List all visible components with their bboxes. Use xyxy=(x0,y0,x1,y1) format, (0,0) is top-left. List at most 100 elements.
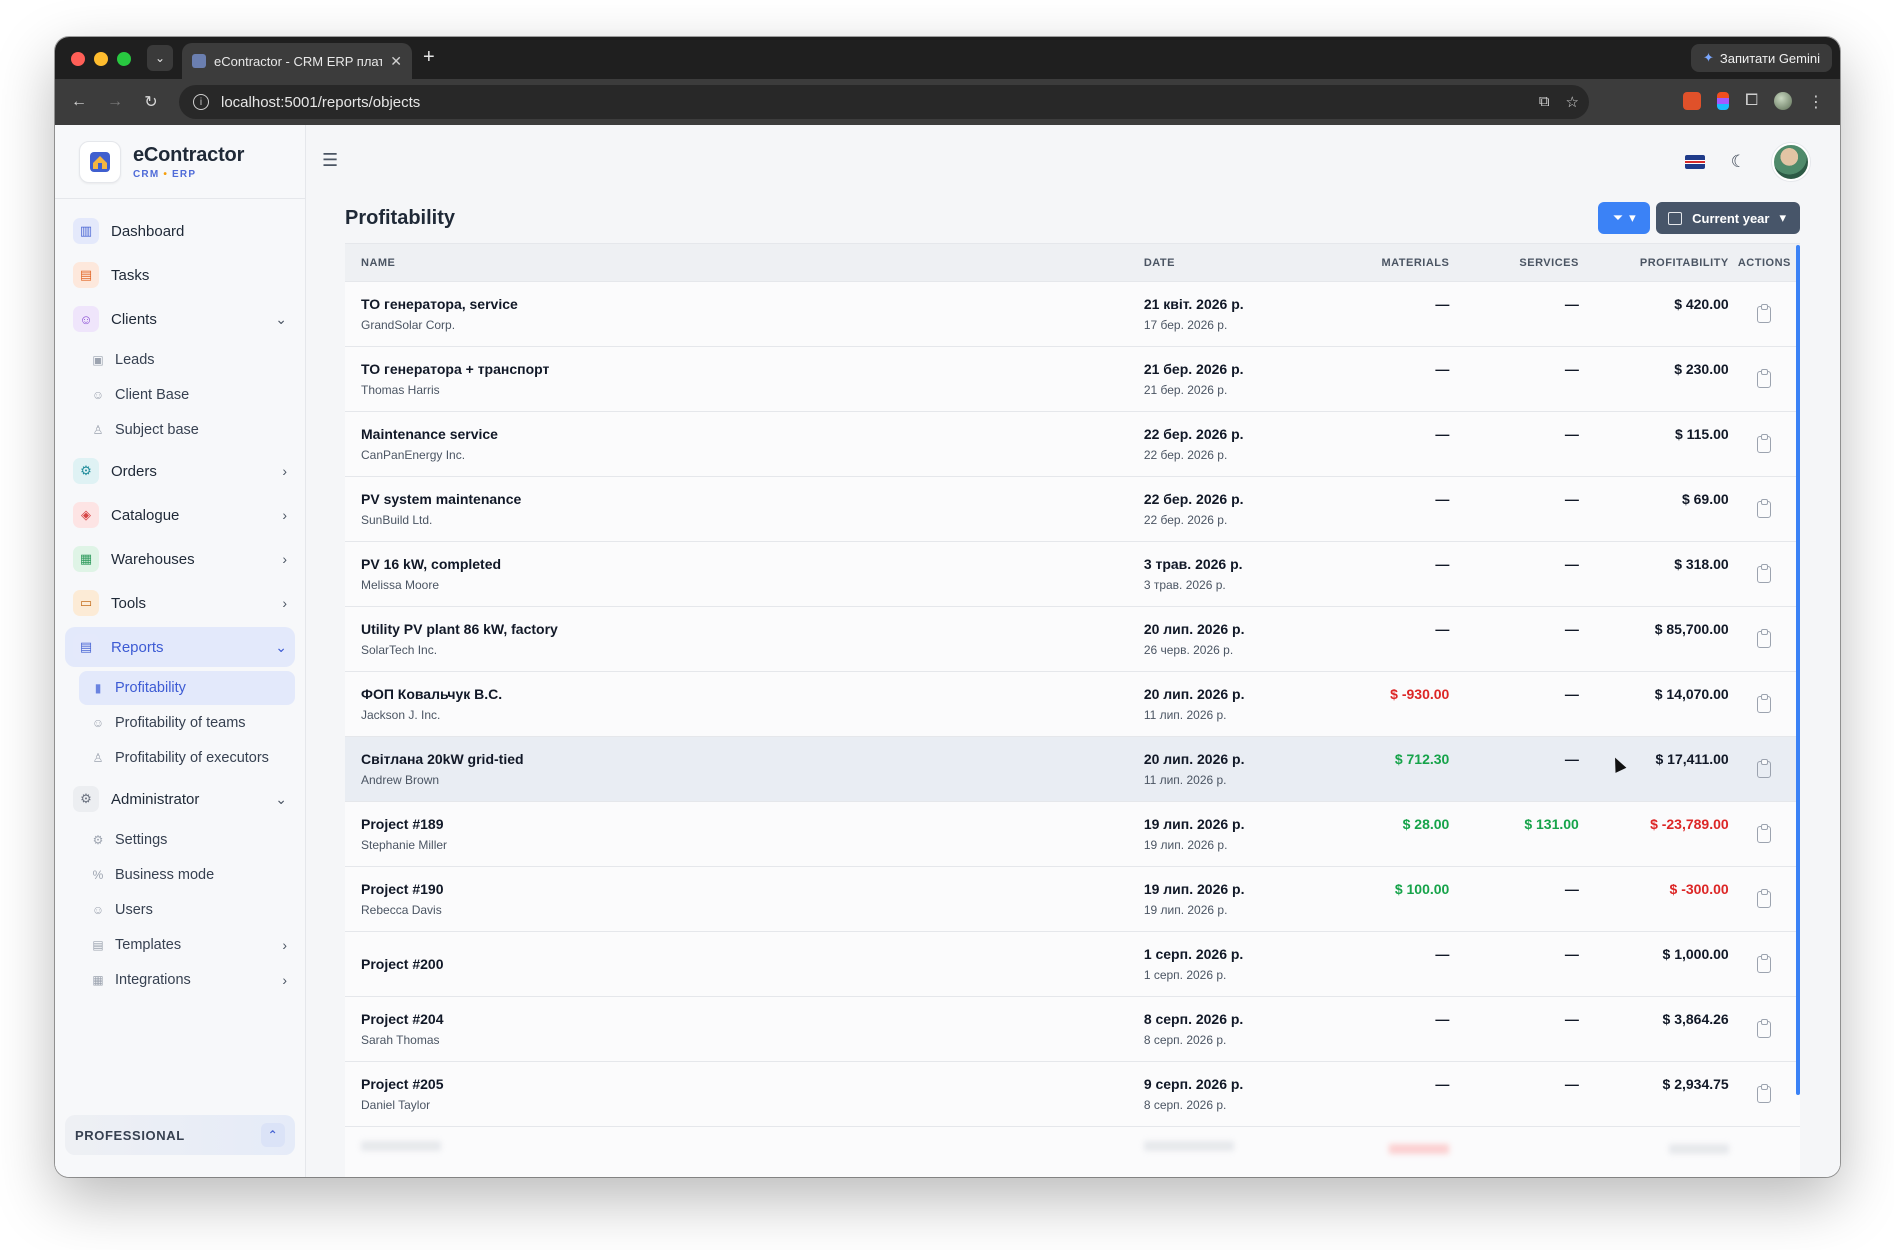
row-date: 9 серп. 2026 р. xyxy=(1143,1076,1244,1092)
sidebar-item-tasks[interactable]: ▤ Tasks xyxy=(65,255,295,295)
sidebar-item-reports[interactable]: ▤ Reports ⌄ xyxy=(65,627,295,667)
filter-button[interactable]: ⏷ ▾ xyxy=(1598,202,1651,234)
copy-clipboard-icon[interactable] xyxy=(1757,564,1772,583)
col-header-date[interactable]: DATE xyxy=(1143,243,1331,282)
row-name[interactable]: Project #190 xyxy=(361,881,1144,897)
profile-avatar-icon[interactable] xyxy=(1774,92,1792,110)
copy-clipboard-icon[interactable] xyxy=(1757,499,1772,518)
col-header-materials[interactable]: MATERIALS xyxy=(1330,243,1450,282)
copy-clipboard-icon[interactable] xyxy=(1757,954,1772,973)
row-name[interactable]: ТО генератора + транспорт xyxy=(361,361,1144,377)
row-name[interactable]: Project #189 xyxy=(361,816,1144,832)
row-materials: — xyxy=(1435,361,1450,377)
row-name[interactable]: PV 16 kW, completed xyxy=(361,556,1144,572)
copy-clipboard-icon[interactable] xyxy=(1757,824,1772,843)
back-icon[interactable]: ← xyxy=(61,93,97,111)
copy-clipboard-icon[interactable] xyxy=(1757,434,1772,453)
sidebar-subitem-leads[interactable]: ▣ Leads xyxy=(65,343,295,377)
sidebar-subitem-settings[interactable]: ⚙ Settings xyxy=(65,823,295,857)
sidebar-subitem-profitability[interactable]: ▮ Profitability xyxy=(79,671,295,705)
row-name[interactable]: PV system maintenance xyxy=(361,491,1144,507)
new-tab-button[interactable]: + xyxy=(423,46,435,69)
sidebar-item-orders[interactable]: ⚙ Orders › xyxy=(65,451,295,491)
table-row[interactable]: Project #204 Sarah Thomas 8 серп. 2026 р. 8… xyxy=(345,996,1800,1062)
sidebar-subitem-integrations[interactable]: ▦ Integrations › xyxy=(65,963,295,997)
sidebar-subitem-profitability-teams[interactable]: ☺ Profitability of teams xyxy=(65,706,295,740)
table-row[interactable]: Світлана 20kW grid-tied Andrew Brown 20 ли… xyxy=(345,736,1800,802)
sidebar-subitem-users[interactable]: ☺ Users xyxy=(65,893,295,927)
sidebar-subitem-subject-base[interactable]: ♙ Subject base xyxy=(65,413,295,447)
sidebar-item-catalogue[interactable]: ◈ Catalogue › xyxy=(65,495,295,535)
browser-menu-icon[interactable]: ⋮ xyxy=(1808,92,1824,111)
brand[interactable]: eContractor CRM • ERP xyxy=(55,125,305,199)
sidebar-item-administrator[interactable]: ⚙ Administrator ⌄ xyxy=(65,779,295,819)
row-name[interactable]: Maintenance service xyxy=(361,426,1144,442)
minimize-window-button[interactable] xyxy=(94,52,108,66)
maximize-window-button[interactable] xyxy=(117,52,131,66)
browser-window: ⌄ eContractor - CRM ERP плат ✕ + ✦ Запит… xyxy=(55,37,1840,1177)
table-row[interactable]: PV system maintenance SunBuild Ltd. 22 бер… xyxy=(345,476,1800,542)
table-row[interactable]: PV 16 kW, completed Melissa Moore 3 трав. … xyxy=(345,541,1800,607)
table-row[interactable]: ФОП Ковальчук В.С. Jackson J. Inc. 20 лип.… xyxy=(345,671,1800,737)
plan-badge[interactable]: PROFESSIONAL ⌃ xyxy=(65,1115,295,1155)
row-name[interactable]: Світлана 20kW grid-tied xyxy=(361,751,1144,767)
row-name[interactable]: Project #200 xyxy=(361,956,1144,972)
copy-clipboard-icon[interactable] xyxy=(1757,1084,1772,1103)
dark-mode-moon-icon[interactable]: ☾ xyxy=(1731,152,1746,172)
sidebar-item-warehouses[interactable]: ▦ Warehouses › xyxy=(65,539,295,579)
close-tab-icon[interactable]: ✕ xyxy=(390,53,402,70)
copy-clipboard-icon[interactable] xyxy=(1757,369,1772,388)
col-header-profitability[interactable]: PROFITABILITY xyxy=(1578,243,1729,282)
browser-tab[interactable]: eContractor - CRM ERP плат ✕ xyxy=(182,43,412,79)
table-row[interactable]: Project #200 1 серп. 2026 р. 1 серп. 2026 … xyxy=(345,931,1800,997)
forward-icon[interactable]: → xyxy=(97,93,133,111)
address-bar[interactable]: i localhost:5001/reports/objects ⧉ ☆ xyxy=(179,85,1589,119)
bookmark-star-icon[interactable]: ☆ xyxy=(1566,93,1579,111)
col-header-name[interactable]: NAME xyxy=(345,243,1144,282)
extension-icon[interactable] xyxy=(1683,92,1702,110)
row-name[interactable]: ФОП Ковальчук В.С. xyxy=(361,686,1144,702)
install-app-icon[interactable]: ⧉ xyxy=(1539,93,1550,111)
tab-search-chevron-icon[interactable]: ⌄ xyxy=(147,45,173,71)
row-name[interactable]: ТО генератора, service xyxy=(361,296,1144,312)
table-row[interactable]: Project #205 Daniel Taylor 9 серп. 2026 р.… xyxy=(345,1061,1800,1127)
sidebar-item-clients[interactable]: ☺ Clients ⌄ xyxy=(65,299,295,339)
row-services: — xyxy=(1564,686,1579,702)
table-row[interactable]: ТО генератора + транспорт Thomas Harris 21… xyxy=(345,346,1800,412)
copy-clipboard-icon[interactable] xyxy=(1757,1019,1772,1038)
sidebar-item-tools[interactable]: ▭ Tools › xyxy=(65,583,295,623)
row-name[interactable]: Project #205 xyxy=(361,1076,1144,1092)
scrollbar[interactable] xyxy=(1796,245,1800,1095)
table-row[interactable]: Utility PV plant 86 kW, factory SolarTech… xyxy=(345,606,1800,672)
chevron-up-icon[interactable]: ⌃ xyxy=(261,1123,285,1147)
table-row[interactable]: ТО генератора, service GrandSolar Corp. 21… xyxy=(345,281,1800,347)
row-name[interactable]: Project #204 xyxy=(361,1011,1144,1027)
copy-clipboard-icon[interactable] xyxy=(1757,304,1772,323)
table-row[interactable]: Maintenance service CanPanEnergy Inc. 22 б… xyxy=(345,411,1800,477)
sidebar-subitem-templates[interactable]: ▤ Templates › xyxy=(65,928,295,962)
sidebar-subitem-profitability-executors[interactable]: ♙ Profitability of executors xyxy=(65,741,295,775)
copy-clipboard-icon[interactable] xyxy=(1757,759,1772,778)
figma-extension-icon[interactable] xyxy=(1717,92,1730,110)
copy-clipboard-icon[interactable] xyxy=(1757,694,1772,713)
gemini-button[interactable]: ✦ Запитати Gemini xyxy=(1690,44,1832,72)
row-materials: — xyxy=(1435,1011,1450,1027)
table-row[interactable]: Project #189 Stephanie Miller 19 лип. 2026… xyxy=(345,801,1800,867)
table-row[interactable]: Project #190 Rebecca Davis 19 лип. 2026 р.… xyxy=(345,866,1800,932)
sidebar-subitem-business-mode[interactable]: % Business mode xyxy=(65,858,295,892)
language-flag-icon[interactable] xyxy=(1684,155,1705,169)
period-select[interactable]: Current year ▾ xyxy=(1656,202,1800,234)
row-name[interactable]: Utility PV plant 86 kW, factory xyxy=(361,621,1144,637)
user-avatar[interactable] xyxy=(1772,143,1810,181)
site-info-icon[interactable]: i xyxy=(193,94,209,110)
reload-icon[interactable]: ↻ xyxy=(133,92,169,112)
sidebar-item-dashboard[interactable]: ▥ Dashboard xyxy=(65,211,295,251)
copy-clipboard-icon[interactable] xyxy=(1757,889,1772,908)
sidebar-subitem-client-base[interactable]: ☺ Client Base xyxy=(65,378,295,412)
close-window-button[interactable] xyxy=(71,52,85,66)
extensions-puzzle-icon[interactable]: ⧠ xyxy=(1745,92,1758,110)
menu-toggle-icon[interactable]: ☰ xyxy=(322,150,338,171)
row-profitability: $ 318.00 xyxy=(1674,556,1729,572)
col-header-services[interactable]: SERVICES xyxy=(1449,243,1579,282)
copy-clipboard-icon[interactable] xyxy=(1757,629,1772,648)
